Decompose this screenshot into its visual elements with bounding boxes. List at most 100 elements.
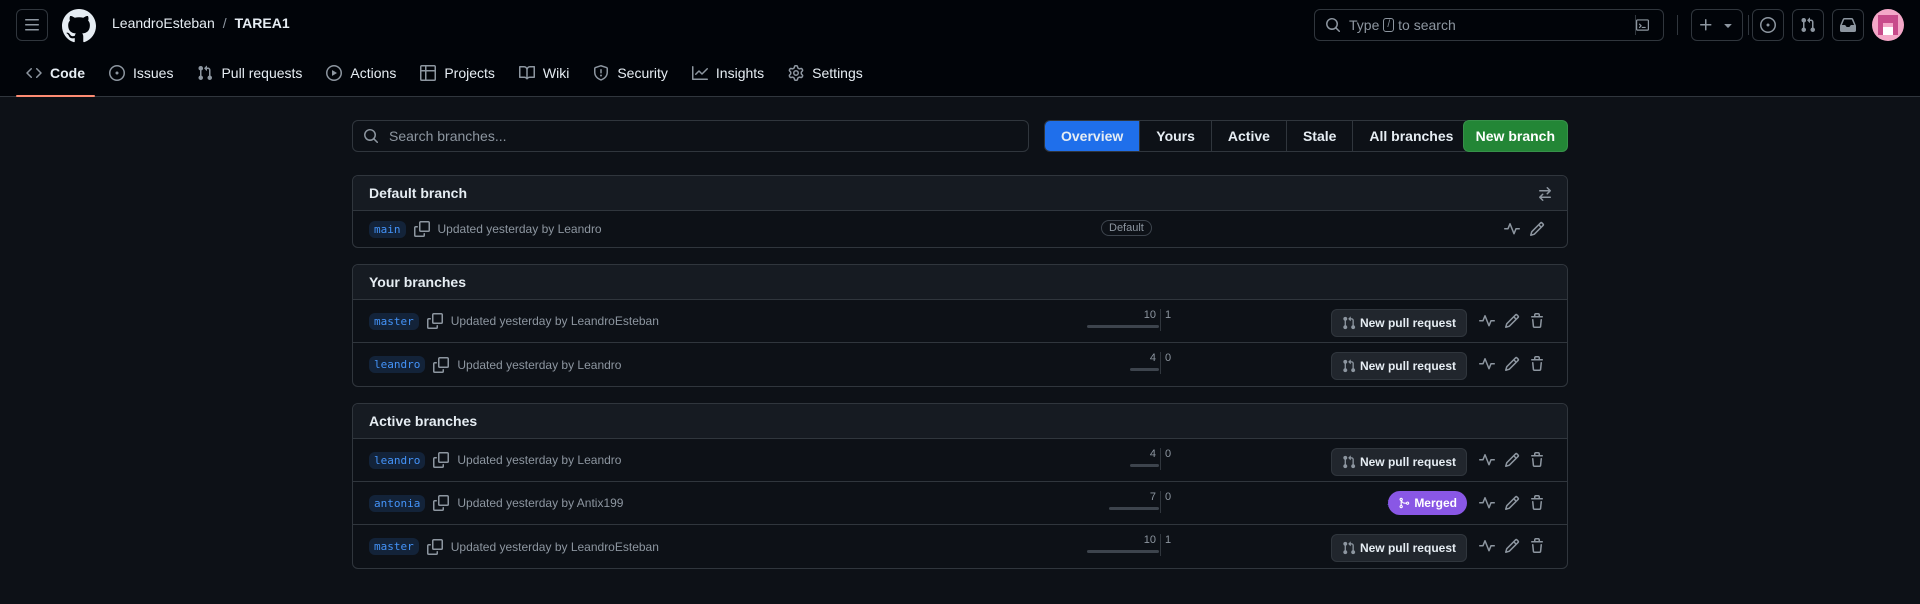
create-new-button[interactable] (1691, 9, 1743, 41)
repo-nav-tabs: Code Issues Pull requests Actions Projects Wi… (16, 56, 877, 97)
avatar[interactable] (1872, 9, 1904, 41)
merge-icon (1399, 497, 1410, 509)
tab-label: Security (617, 65, 668, 81)
tab-issues[interactable]: Issues (99, 56, 183, 90)
copy-icon[interactable] (413, 221, 430, 237)
issues-button[interactable] (1752, 9, 1784, 41)
new-pull-request-button[interactable]: New pull request (1330, 534, 1467, 562)
shield-icon (594, 65, 609, 81)
filter-overview[interactable]: Overview (1045, 121, 1141, 151)
pull-request-icon (1343, 455, 1356, 469)
merged-status-badge[interactable]: Merged (1388, 491, 1467, 515)
header-divider (1677, 15, 1678, 35)
branch-name-link[interactable]: leandro (369, 356, 426, 373)
github-logo-icon[interactable] (61, 9, 96, 43)
tab-insights[interactable]: Insights (682, 56, 774, 90)
branch-row: master Updated yesterday by LeandroEsteb… (353, 525, 1567, 568)
filter-stale[interactable]: Stale (1286, 121, 1354, 151)
default-branch-header: Default branch (353, 176, 1567, 211)
ahead-behind-divider (1160, 534, 1161, 556)
tab-settings[interactable]: Settings (778, 56, 873, 90)
tab-code[interactable]: Code (16, 56, 95, 97)
pull-request-icon (1343, 359, 1356, 373)
branch-name-link[interactable]: master (369, 538, 419, 555)
filter-all-branches[interactable]: All branches (1353, 121, 1470, 151)
graph-icon (691, 66, 708, 80)
branch-actions (1504, 221, 1545, 240)
pencil-icon[interactable] (1504, 495, 1520, 514)
inbox-button[interactable] (1832, 9, 1864, 41)
breadcrumb-owner[interactable]: LeandroEsteban (112, 15, 215, 31)
branch-name-link[interactable]: antonia (369, 494, 426, 512)
ahead-behind-divider (1160, 491, 1161, 513)
global-search-input[interactable]: Type / to search (1314, 9, 1664, 41)
ahead-behind-counts: 4 0 (1130, 448, 1190, 472)
trash-icon[interactable] (1529, 452, 1545, 471)
tab-label: Projects (444, 65, 495, 81)
pencil-icon[interactable] (1504, 313, 1520, 332)
branch-updated-text: Updated yesterday by LeandroEsteban (450, 314, 659, 328)
issue-icon (109, 65, 125, 81)
branch-actions (1479, 356, 1545, 375)
pencil-icon[interactable] (1504, 452, 1520, 471)
pull-requests-button[interactable] (1792, 9, 1824, 41)
branch-row: master Updated yesterday by LeandroEsteb… (353, 300, 1567, 343)
breadcrumb-repo[interactable]: TAREA1 (235, 15, 290, 31)
branch-updated-text: Updated yesterday by Leandro (457, 357, 622, 372)
activity-icon[interactable] (1479, 495, 1495, 514)
activity-icon[interactable] (1504, 221, 1520, 240)
branch-name-link[interactable]: main (369, 220, 406, 238)
menu-button[interactable] (16, 9, 48, 41)
pull-request-icon (198, 65, 213, 81)
copy-icon[interactable] (433, 452, 450, 468)
branch-search-placeholder: Search branches... (389, 128, 507, 144)
trash-icon[interactable] (1529, 313, 1545, 332)
new-pull-request-label: New pull request (1359, 359, 1456, 373)
tab-actions[interactable]: Actions (316, 56, 406, 90)
branches-toolbar: Search branches... Overview Yours Active St… (352, 120, 1568, 153)
table-icon (420, 65, 437, 81)
filter-active[interactable]: Active (1211, 121, 1287, 151)
tab-security[interactable]: Security (583, 56, 678, 90)
new-pull-request-button[interactable]: New pull request (1330, 309, 1467, 337)
trash-icon[interactable] (1529, 495, 1545, 514)
activity-icon[interactable] (1479, 538, 1495, 557)
pencil-icon[interactable] (1504, 356, 1520, 375)
branch-updated-text: Updated yesterday by Antix199 (457, 496, 624, 510)
command-palette-icon[interactable] (1635, 15, 1657, 35)
tab-wiki[interactable]: Wiki (509, 56, 579, 90)
branch-search-input[interactable]: Search branches... (352, 120, 1029, 152)
branch-row: main Updated yesterday by Leandro Defaul… (353, 211, 1567, 247)
book-icon (518, 65, 535, 80)
pencil-icon[interactable] (1529, 221, 1545, 240)
copy-icon[interactable] (433, 495, 450, 511)
activity-icon[interactable] (1479, 313, 1495, 332)
new-pull-request-button[interactable]: New pull request (1330, 352, 1467, 380)
tab-projects[interactable]: Projects (410, 56, 505, 90)
new-pull-request-button[interactable]: New pull request (1330, 448, 1467, 476)
activity-icon[interactable] (1479, 452, 1495, 471)
branch-name-link[interactable]: leandro (369, 451, 426, 469)
activity-icon[interactable] (1479, 356, 1495, 375)
branch-name-link[interactable]: master (369, 312, 419, 330)
switch-default-branch-icon[interactable] (1537, 186, 1553, 205)
new-pull-request-label: New pull request (1359, 316, 1456, 330)
copy-icon[interactable] (426, 313, 443, 329)
filter-yours[interactable]: Yours (1140, 121, 1212, 151)
pencil-icon[interactable] (1504, 538, 1520, 557)
ahead-count: 1 (1165, 309, 1172, 321)
trash-icon[interactable] (1529, 538, 1545, 557)
behind-count: 10 (1143, 534, 1156, 546)
breadcrumb-separator: / (222, 15, 227, 31)
ahead-count: 0 (1165, 448, 1172, 460)
hamburger-icon (25, 19, 39, 31)
tab-label: Code (50, 65, 85, 81)
caret-down-icon (1724, 24, 1732, 28)
issue-icon (1760, 17, 1776, 33)
trash-icon[interactable] (1529, 356, 1545, 375)
new-branch-button[interactable]: New branch (1462, 120, 1568, 152)
tab-pull-requests[interactable]: Pull requests (187, 56, 312, 90)
branch-updated-text: Updated yesterday by Leandro (457, 453, 622, 467)
copy-icon[interactable] (426, 538, 443, 555)
copy-icon[interactable] (433, 356, 450, 373)
